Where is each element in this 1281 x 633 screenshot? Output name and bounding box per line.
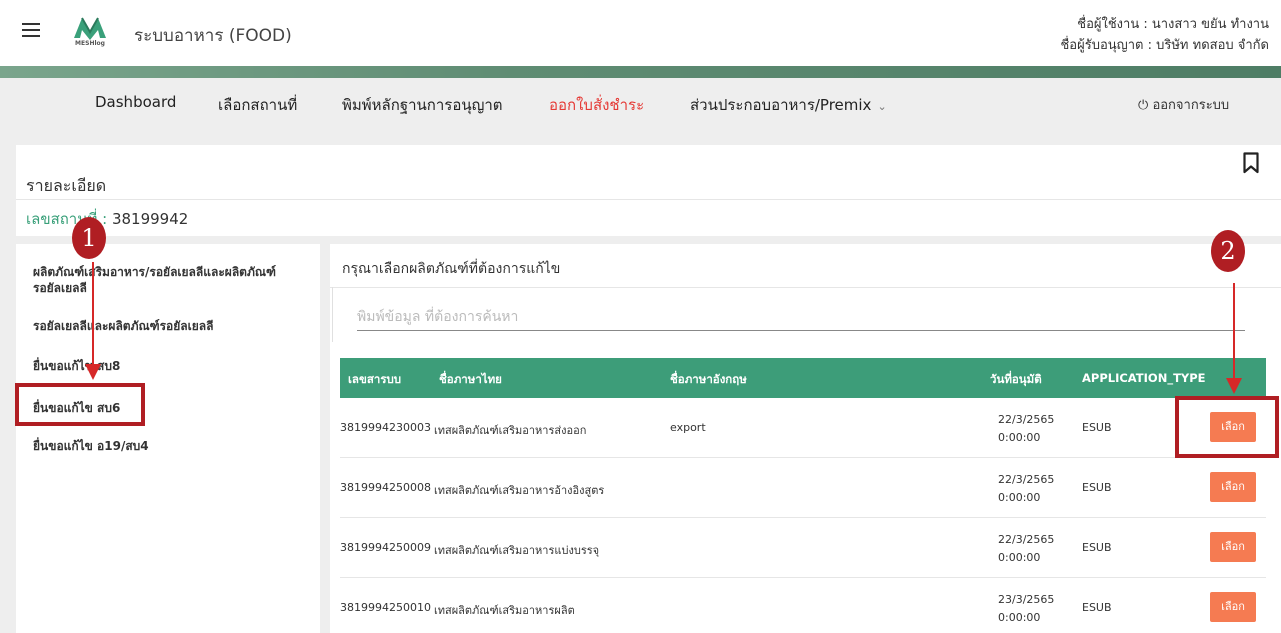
meshlog-logo: MESHlog bbox=[68, 14, 112, 48]
cell-name-th: เทสผลิตภัณฑ์เสริมอาหารอ้างอิงสูตร bbox=[434, 484, 605, 497]
logout-label: ออกจากระบบ bbox=[1152, 98, 1230, 113]
sidebar-item-edit-sb8[interactable]: ยื่นขอแก้ไข สบ8 bbox=[33, 358, 120, 374]
detail-card: รายละเอียด เลขสถานที่ : 38199942 bbox=[16, 145, 1281, 236]
nav-print-license[interactable]: พิมพ์หลักฐานการอนุญาต bbox=[342, 93, 503, 117]
header-band bbox=[0, 66, 1281, 78]
logo-text: MESHlog bbox=[75, 40, 105, 47]
table-row: 3819994230003 เทสผลิตภัณฑ์เสริมอาหารส่งอ… bbox=[340, 398, 1266, 458]
nav-premix[interactable]: ส่วนประกอบอาหาร/Premix ⌄ bbox=[690, 93, 887, 117]
cell-date-time: 0:00:00 bbox=[998, 611, 1041, 624]
table-header: เลขสารบบ ชื่อภาษาไทย ชื่อภาษาอังกฤษ วันท… bbox=[340, 358, 1266, 398]
cell-name-th: เทสผลิตภัณฑ์เสริมอาหารแบ่งบรรจุ bbox=[434, 544, 600, 557]
cell-date: 22/3/2565 0:00:00 bbox=[998, 411, 1054, 447]
chevron-down-icon: ⌄ bbox=[877, 100, 887, 113]
main-title: กรุณาเลือกผลิตภัณฑ์ที่ต้องการแก้ไข bbox=[342, 261, 561, 277]
cell-code: 3819994250008 bbox=[340, 481, 431, 494]
power-icon: ⏻ bbox=[1138, 98, 1149, 113]
nav-dashboard[interactable]: Dashboard bbox=[95, 93, 176, 111]
cell-date-day: 22/3/2565 bbox=[998, 473, 1055, 486]
cell-date-day: 23/3/2565 bbox=[998, 593, 1055, 606]
divider bbox=[16, 199, 1281, 200]
user-name: ชื่อผู้ใช้งาน : นางสาว ขยัน ทำงาน bbox=[1077, 17, 1269, 32]
top-nav: Dashboard เลือกสถานที่ พิมพ์หลักฐานการอน… bbox=[0, 78, 1281, 128]
sidebar: ผลิตภัณฑ์เสริมอาหาร/รอยัลเยลลีและผลิตภัณ… bbox=[16, 244, 320, 633]
search-input[interactable] bbox=[357, 303, 1245, 331]
cell-date: 22/3/2565 0:00:00 bbox=[998, 531, 1054, 567]
cell-name-th: เทสผลิตภัณฑ์เสริมอาหารผลิต bbox=[434, 604, 575, 617]
cell-type: ESUB bbox=[1082, 421, 1112, 434]
detail-title: รายละเอียด bbox=[26, 176, 107, 195]
col-name-th: ชื่อภาษาไทย bbox=[439, 372, 502, 386]
location-id-value: 38199942 bbox=[111, 210, 189, 228]
annotation-highlight-select bbox=[1175, 396, 1279, 458]
select-button[interactable]: เลือก bbox=[1210, 472, 1256, 502]
cell-code: 3819994250009 bbox=[340, 541, 431, 554]
cell-type: ESUB bbox=[1082, 481, 1112, 494]
licensee-name: ชื่อผู้รับอนุญาต : บริษัท ทดสอบ จำกัด bbox=[1060, 38, 1269, 53]
nav-select-location[interactable]: เลือกสถานที่ bbox=[218, 93, 297, 117]
bookmark-icon[interactable] bbox=[1243, 152, 1259, 174]
app-title: ระบบอาหาร (FOOD) bbox=[134, 26, 292, 46]
table-row: 3819994250009 เทสผลิตภัณฑ์เสริมอาหารแบ่ง… bbox=[340, 518, 1266, 578]
sidebar-item-supplements[interactable]: ผลิตภัณฑ์เสริมอาหาร/รอยัลเยลลีและผลิตภัณ… bbox=[33, 264, 303, 296]
logout-button[interactable]: ⏻ ออกจากระบบ bbox=[1138, 94, 1229, 115]
location-id: เลขสถานที่ : 38199942 bbox=[26, 207, 188, 231]
col-code: เลขสารบบ bbox=[348, 372, 402, 386]
annotation-highlight-sidebar bbox=[15, 383, 145, 426]
search-box bbox=[332, 287, 1277, 342]
cell-code: 3819994250010 bbox=[340, 601, 431, 614]
select-button[interactable]: เลือก bbox=[1210, 532, 1256, 562]
main-panel: กรุณาเลือกผลิตภัณฑ์ที่ต้องการแก้ไข เลขสา… bbox=[330, 244, 1281, 633]
nav-payment-order[interactable]: ออกใบสั่งชำระ bbox=[549, 93, 644, 117]
user-info: ชื่อผู้ใช้งาน : นางสาว ขยัน ทำงาน ชื่อผู… bbox=[1060, 14, 1269, 56]
app-header: MESHlog ระบบอาหาร (FOOD) ชื่อผู้ใช้งาน :… bbox=[0, 0, 1281, 66]
col-date: วันที่อนุมัติ bbox=[990, 372, 1042, 386]
cell-date: 23/3/2565 0:00:00 bbox=[998, 591, 1054, 627]
table-row: 3819994250010 เทสผลิตภัณฑ์เสริมอาหารผลิต… bbox=[340, 578, 1266, 633]
cell-date-day: 22/3/2565 bbox=[998, 533, 1055, 546]
hamburger-menu-icon[interactable] bbox=[22, 23, 40, 37]
table-row: 3819994250008 เทสผลิตภัณฑ์เสริมอาหารอ้าง… bbox=[340, 458, 1266, 518]
cell-type: ESUB bbox=[1082, 541, 1112, 554]
sidebar-item-royal-jelly[interactable]: รอยัลเยลลีและผลิตภัณฑ์รอยัลเยลลี bbox=[33, 318, 213, 334]
cell-type: ESUB bbox=[1082, 601, 1112, 614]
col-name-en: ชื่อภาษาอังกฤษ bbox=[670, 372, 747, 386]
cell-code: 3819994230003 bbox=[340, 421, 431, 434]
cell-date-time: 0:00:00 bbox=[998, 551, 1041, 564]
nav-premix-label: ส่วนประกอบอาหาร/Premix bbox=[690, 96, 872, 114]
sidebar-item-edit-o19-sb4[interactable]: ยื่นขอแก้ไข อ19/สบ4 bbox=[33, 438, 149, 454]
select-button[interactable]: เลือก bbox=[1210, 592, 1256, 622]
annotation-marker-2: 2 bbox=[1211, 230, 1245, 272]
annotation-marker-1: 1 bbox=[72, 217, 106, 259]
cell-date-time: 0:00:00 bbox=[998, 491, 1041, 504]
cell-date-time: 0:00:00 bbox=[998, 431, 1041, 444]
col-app-type: APPLICATION_TYPE bbox=[1082, 371, 1206, 385]
cell-date: 22/3/2565 0:00:00 bbox=[998, 471, 1054, 507]
cell-name-en: export bbox=[670, 421, 706, 434]
cell-date-day: 22/3/2565 bbox=[998, 413, 1055, 426]
cell-name-th: เทสผลิตภัณฑ์เสริมอาหารส่งออก bbox=[434, 424, 587, 437]
product-table: เลขสารบบ ชื่อภาษาไทย ชื่อภาษาอังกฤษ วันท… bbox=[340, 358, 1266, 633]
